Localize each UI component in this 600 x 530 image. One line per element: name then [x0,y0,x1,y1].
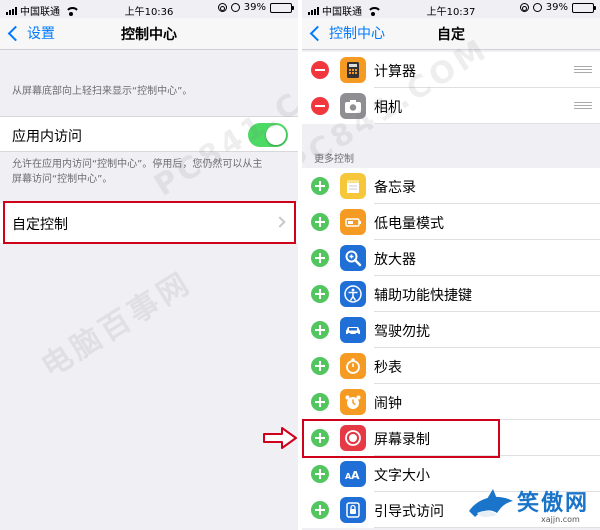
status-bar: 中国联通 上午10:37 39% [302,0,600,18]
add-control-button[interactable] [311,465,329,483]
control-label: 驾驶勿扰 [374,324,430,340]
add-control-button[interactable] [311,501,329,519]
battery-icon [340,209,366,235]
page-title: 控制中心 [121,27,177,43]
add-control-button[interactable] [311,321,329,339]
logo-url: xajjn.com [541,515,580,524]
customize-screen: 中国联通 上午10:37 39% 控制中心 自定 计算器 相机 更多控制 备忘录低… [302,0,600,530]
reorder-handle-icon[interactable] [574,66,592,74]
status-bar: 中国联通 上午10:36 39% [0,0,298,18]
text-size-icon: AA [340,461,366,487]
arrow-right-icon [263,427,297,449]
add-control-button[interactable] [311,177,329,195]
notes-icon [340,173,366,199]
control-row-4: 辅助功能快捷键 [302,276,600,312]
rotation-lock-icon [217,3,227,12]
car-icon [340,317,366,343]
shark-logo-icon [469,489,513,517]
control-label: 低电量模式 [374,216,444,232]
control-row-8: 屏幕录制 [302,420,600,456]
navigation-bar: 设置 控制中心 [0,18,298,50]
control-label: 秒表 [374,360,402,376]
remove-control-button[interactable] [311,97,329,115]
control-row-7: 闹钟 [302,384,600,420]
control-label: 辅助功能快捷键 [374,288,472,304]
navigation-bar: 控制中心 自定 [302,18,600,50]
add-control-button[interactable] [311,285,329,303]
row-separator [374,123,600,124]
magnifier-icon [340,245,366,271]
lock-icon [340,497,366,523]
control-row-1: 备忘录 [302,168,600,204]
watermark-text: 电脑百事网 [35,265,199,385]
site-logo: 笑傲网 xajjn.com [463,481,600,530]
accessibility-icon [340,281,366,307]
control-label: 备忘录 [374,180,416,196]
in-app-access-label: 应用内访问 [12,129,82,145]
add-control-button[interactable] [311,393,329,411]
control-label: 文字大小 [374,468,430,484]
rotation-lock-icon [519,3,529,12]
control-row-6: 秒表 [302,348,600,384]
page-title: 自定 [437,27,465,43]
alarm-clock-icon [340,389,366,415]
control-label: 屏幕录制 [374,432,430,448]
alarm-status-icon [230,3,240,12]
customize-controls-row[interactable]: 自定控制 [0,203,298,243]
battery-icon [572,2,596,13]
add-control-button[interactable] [311,429,329,447]
svg-text:A: A [351,469,360,482]
add-control-button[interactable] [311,213,329,231]
battery-percent: 39% [545,2,568,13]
control-row-5: 驾驶勿扰 [302,312,600,348]
add-control-button[interactable] [311,249,329,267]
add-control-button[interactable] [311,357,329,375]
battery-icon [270,2,294,13]
alarm-status-icon [532,3,542,12]
intro-text: 从屏幕底部向上轻扫来显示“控制中心”。 [12,86,193,97]
control-label: 闹钟 [374,396,402,412]
calculator-icon [340,57,366,83]
in-app-note-line: 屏幕访问“控制中心”。 [12,174,113,185]
chevron-right-icon [274,216,286,228]
stopwatch-icon [340,353,366,379]
reorder-handle-icon[interactable] [574,102,592,110]
logo-text: 笑傲网 [517,490,590,516]
control-center-screen: 中国联通 上午10:36 39% 设置 控制中心 从屏幕底部向上轻扫来显示“控制… [0,0,298,530]
battery-percent: 39% [243,2,266,13]
control-row-3: 放大器 [302,240,600,276]
remove-control-button[interactable] [311,61,329,79]
control-row-2: 低电量模式 [302,204,600,240]
screen-record-icon [340,425,366,451]
control-label: 引导式访问 [374,504,444,520]
customize-controls-label: 自定控制 [12,217,68,233]
control-label: 放大器 [374,252,416,268]
